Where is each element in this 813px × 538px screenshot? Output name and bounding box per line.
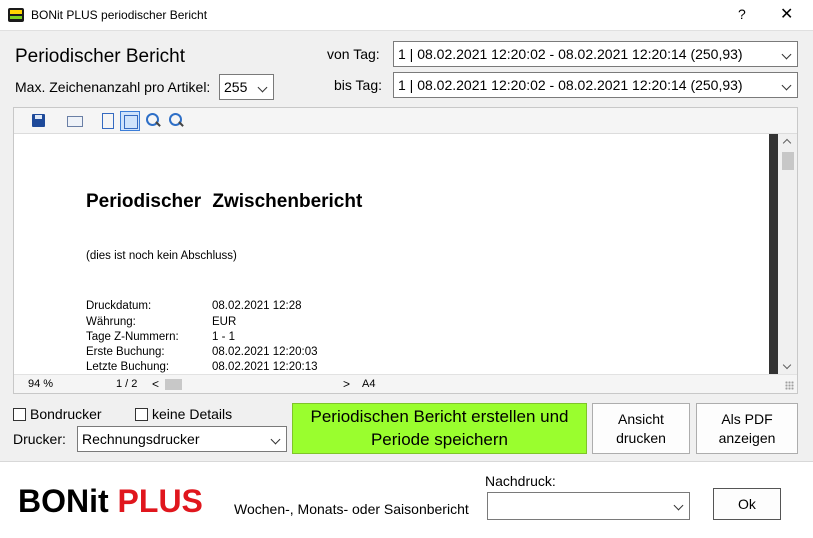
page-shadow: [769, 134, 778, 374]
fit-page-icon[interactable]: [98, 111, 118, 131]
max-chars-value: 255: [224, 79, 248, 95]
title-bar: BONit PLUS periodischer Bericht ? ✕: [0, 0, 813, 31]
chevron-down-icon: [257, 82, 268, 93]
nachdruck-label: Nachdruck:: [485, 473, 556, 489]
zoom-level: 94 %: [28, 378, 54, 390]
report-row-value: 08.02.2021 12:20:03: [212, 346, 318, 358]
nachdruck-select[interactable]: [487, 492, 690, 520]
bondrucker-checkbox[interactable]: Bondrucker: [13, 406, 102, 422]
keine-details-label: keine Details: [152, 406, 233, 422]
bis-tag-label: bis Tag:: [334, 77, 382, 93]
ok-button[interactable]: Ok: [713, 488, 781, 520]
chevron-down-icon: [781, 80, 792, 91]
viewer-toolbar: [14, 108, 797, 134]
preview-label-1: Ansicht: [618, 411, 664, 428]
von-tag-value: 1 | 08.02.2021 12:20:02 - 08.02.2021 12:…: [398, 46, 743, 62]
page-indicator: 1 / 2: [116, 378, 138, 390]
chevron-down-icon: [781, 49, 792, 60]
pdf-label-1: Als PDF: [721, 411, 773, 428]
preview-print-button[interactable]: Ansicht drucken: [592, 403, 690, 454]
scroll-left-icon[interactable]: <: [152, 377, 159, 391]
report-subtitle: (dies ist noch kein Abschluss): [86, 250, 237, 262]
footer: BONit PLUS Wochen-, Monats- oder Saisonb…: [0, 461, 813, 538]
close-button[interactable]: ✕: [780, 4, 793, 24]
window-title: BONit PLUS periodischer Bericht: [31, 8, 208, 22]
chevron-down-icon: [673, 500, 684, 511]
paper-format: A4: [362, 378, 376, 390]
scroll-thumb[interactable]: [782, 152, 794, 170]
scroll-down-icon[interactable]: [782, 360, 792, 370]
keine-details-checkbox[interactable]: keine Details: [135, 406, 232, 422]
von-tag-select[interactable]: 1 | 08.02.2021 12:20:02 - 08.02.2021 12:…: [393, 41, 798, 67]
checkbox-box[interactable]: [13, 408, 26, 421]
bondrucker-label: Bondrucker: [30, 406, 102, 422]
footer-description: Wochen-, Monats- oder Saisonbericht: [234, 501, 469, 517]
zoom-out-icon[interactable]: [167, 111, 187, 131]
create-report-button[interactable]: Periodischen Bericht erstellen und Perio…: [292, 403, 587, 454]
report-row-value: EUR: [212, 316, 237, 328]
logo-plus: PLUS: [117, 483, 203, 519]
report-viewer: Periodischer Zwischenbericht (dies ist n…: [13, 107, 798, 394]
report-row-key: Letzte Buchung:: [86, 361, 170, 373]
horizontal-scroll-thumb[interactable]: [165, 379, 182, 390]
report-row-value: 08.02.2021 12:20:13: [212, 361, 318, 373]
report-page: Periodischer Zwischenbericht (dies ist n…: [14, 134, 769, 374]
report-row-key: Währung:: [86, 316, 136, 328]
app-logo-icon: [8, 8, 24, 22]
fit-width-icon[interactable]: [120, 111, 140, 131]
checkbox-box[interactable]: [135, 408, 148, 421]
vertical-scrollbar[interactable]: [778, 134, 797, 374]
report-row-key: Druckdatum:: [86, 300, 152, 312]
show-pdf-button[interactable]: Als PDF anzeigen: [696, 403, 798, 454]
bis-tag-select[interactable]: 1 | 08.02.2021 12:20:02 - 08.02.2021 12:…: [393, 72, 798, 98]
viewer-statusbar: 94 % 1 / 2 < > A4: [14, 374, 797, 393]
report-row-value: 1 - 1: [212, 331, 236, 343]
bis-tag-value: 1 | 08.02.2021 12:20:02 - 08.02.2021 12:…: [398, 77, 743, 93]
max-chars-label: Max. Zeichenanzahl pro Artikel:: [15, 79, 211, 95]
scroll-up-icon[interactable]: [782, 138, 792, 148]
resize-grip-icon[interactable]: [785, 381, 794, 390]
save-icon[interactable]: [30, 111, 50, 131]
von-tag-label: von Tag:: [327, 46, 380, 62]
logo-bonit: BONit: [18, 483, 109, 519]
drucker-label: Drucker:: [13, 431, 66, 447]
bonit-plus-logo: BONit PLUS: [18, 483, 203, 520]
report-row-key: Erste Buchung:: [86, 346, 165, 358]
report-row-key: Tage Z-Nummern:: [86, 331, 179, 343]
create-report-label-1: Periodischen Bericht erstellen und: [310, 407, 569, 427]
help-button[interactable]: ?: [738, 6, 746, 22]
chevron-down-icon: [270, 434, 281, 445]
page-title: Periodischer Bericht: [15, 46, 186, 67]
drucker-select[interactable]: Rechnungsdrucker: [77, 426, 287, 452]
max-chars-select[interactable]: 255: [219, 74, 274, 100]
drucker-value: Rechnungsdrucker: [82, 431, 200, 447]
report-title: Periodischer Zwischenbericht: [86, 191, 363, 212]
report-row-value: 08.02.2021 12:28: [212, 300, 302, 312]
email-icon[interactable]: [65, 111, 85, 131]
scroll-right-icon[interactable]: >: [343, 377, 350, 391]
create-report-label-2: Periode speichern: [370, 429, 508, 449]
preview-label-2: drucken: [616, 429, 666, 446]
pdf-label-2: anzeigen: [718, 429, 776, 446]
zoom-in-icon[interactable]: [144, 111, 164, 131]
